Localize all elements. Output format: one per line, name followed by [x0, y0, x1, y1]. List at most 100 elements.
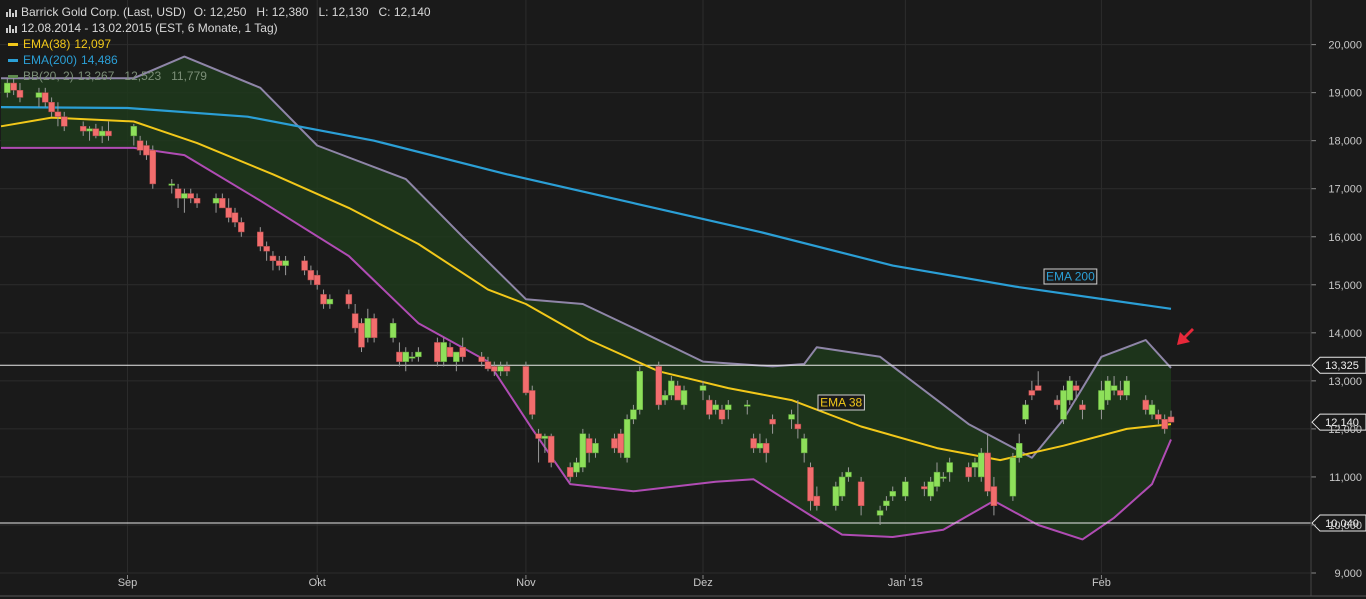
legend-ema38: EMA(38) 12,097 — [6, 36, 431, 52]
candle-down — [79, 126, 87, 132]
candle-down — [484, 361, 492, 370]
candle-up — [946, 462, 953, 473]
candle-down — [965, 467, 972, 478]
candle-down — [585, 438, 593, 454]
candle-down — [984, 452, 991, 492]
candle-down — [105, 130, 112, 137]
y-tick-label: 14,000 — [1328, 328, 1362, 340]
candle-up — [1060, 390, 1067, 420]
candle-up — [1022, 404, 1029, 420]
candle-down — [1155, 414, 1162, 420]
bar-chart-icon — [6, 8, 17, 17]
candle-up — [725, 404, 732, 410]
candle-up — [497, 366, 504, 372]
candle-down — [48, 102, 55, 113]
ema38-value: 12,097 — [74, 37, 112, 51]
candle-down — [238, 222, 245, 233]
candle-up — [902, 481, 909, 497]
candle-down — [42, 92, 49, 103]
ohlc-readout: O: 12,250 H: 12,380 L: 12,130 C: 12,140 — [193, 5, 431, 19]
ema200-value: 14,486 — [81, 53, 118, 67]
candle-down — [60, 116, 68, 127]
candle-up — [838, 476, 846, 497]
candle-up — [1098, 390, 1105, 410]
candle-down — [611, 438, 618, 449]
candle-down — [231, 212, 239, 223]
candle-up — [326, 298, 334, 305]
candle-down — [535, 433, 542, 439]
candle-down — [370, 318, 378, 338]
candle-down — [547, 435, 555, 463]
candle-up — [415, 351, 422, 358]
candle-up — [845, 471, 852, 478]
candle-down — [92, 128, 100, 137]
candle-up — [402, 351, 410, 362]
candle-up — [636, 371, 644, 410]
candle-up — [168, 183, 176, 186]
candle-up — [1066, 380, 1074, 401]
candle-down — [10, 82, 17, 91]
ema200-annotation: EMA 200 — [1043, 268, 1098, 285]
ema38-annotation: EMA 38 — [817, 394, 865, 411]
candle-down — [769, 419, 776, 425]
candle-up — [364, 318, 372, 338]
candle-up — [212, 198, 220, 204]
chart-legend: Barrick Gold Corp. (Last, USD) O: 12,250… — [6, 4, 431, 84]
candle-down — [16, 89, 24, 98]
y-tick-label: 19,000 — [1328, 88, 1362, 100]
candle-down — [187, 193, 194, 199]
candle-down — [617, 433, 625, 454]
legend-bb: BB(20, 2) 13,267 12,523 11,779 — [6, 68, 431, 84]
candle-up — [181, 193, 188, 199]
candle-down — [225, 207, 232, 218]
candle-down — [54, 111, 62, 117]
bb-values: 13,267 12,523 11,779 — [77, 69, 207, 83]
candle-down — [1142, 399, 1149, 410]
candle-up — [440, 342, 447, 362]
candle-down — [1079, 404, 1086, 410]
candle-down — [857, 481, 865, 507]
candle-down — [1028, 390, 1036, 396]
candle-up — [661, 395, 669, 401]
candle-up — [883, 500, 890, 507]
candle-up — [680, 390, 688, 406]
legend-ema200: EMA(200) 14,486 — [6, 52, 431, 68]
candle-up — [889, 491, 896, 497]
candle-down — [345, 294, 353, 305]
candle-down — [257, 231, 264, 247]
candle-up — [35, 92, 43, 98]
candle-up — [573, 462, 580, 473]
candle-up — [744, 404, 751, 407]
candle-down — [193, 198, 201, 204]
candle-down — [149, 150, 157, 185]
candle-down — [358, 322, 365, 348]
candle-down — [491, 366, 498, 372]
date-range: 12.08.2014 - 13.02.2015 (EST, 6 Monate, … — [21, 21, 278, 35]
ema38-annotation-text: EMA 38 — [820, 396, 862, 410]
candle-up — [408, 356, 416, 359]
candle-down — [522, 366, 530, 394]
candle-up — [1015, 443, 1023, 458]
candle-up — [579, 433, 587, 468]
candle-up — [1148, 404, 1156, 415]
candle-up — [978, 452, 985, 478]
y-tick-label: 16,000 — [1328, 232, 1362, 244]
candle-up — [592, 443, 599, 454]
candle-down — [320, 294, 327, 305]
candle-down — [1117, 390, 1124, 396]
ema200-swatch — [8, 58, 18, 62]
candle-down — [706, 399, 713, 415]
candle-down — [921, 486, 928, 490]
y-tick-label: 20,000 — [1328, 40, 1362, 52]
candle-up — [1009, 457, 1017, 497]
y-tick-label: 13,000 — [1328, 376, 1362, 388]
candle-up — [389, 322, 397, 338]
candle-down — [807, 467, 814, 502]
candle-down — [566, 467, 574, 478]
bb-label: BB(20, 2) — [23, 69, 74, 83]
candle-down — [762, 443, 770, 454]
y-tick-label: 17,000 — [1328, 184, 1362, 196]
price-chart[interactable]: 13,32510,04012,140 EMA 200EMA 38 9,00010… — [0, 0, 1366, 599]
candle-down — [478, 356, 485, 362]
candle-up — [453, 351, 460, 362]
